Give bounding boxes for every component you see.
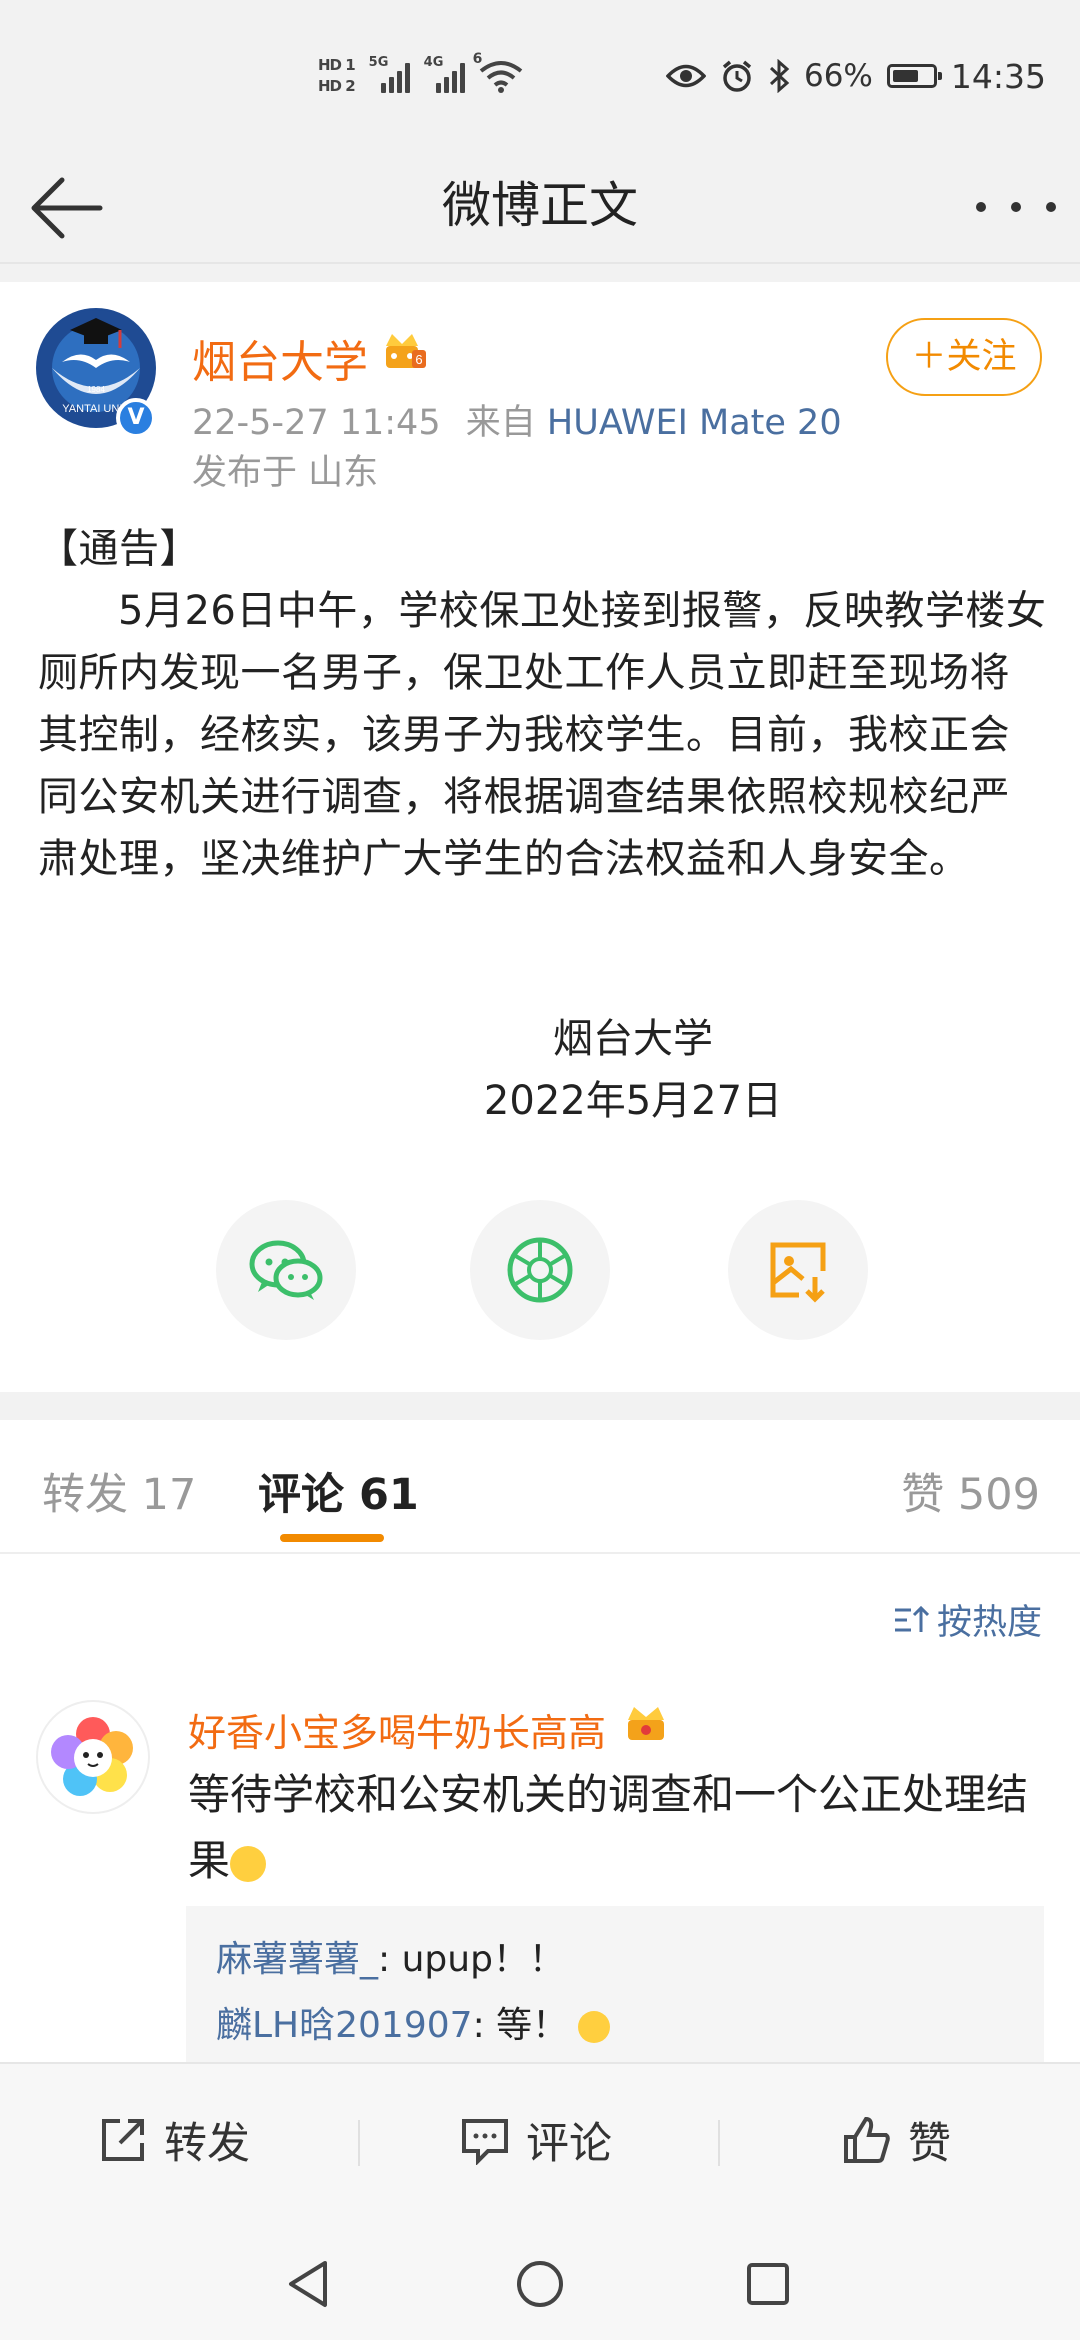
tab-repost[interactable]: 转发 17 — [42, 1460, 196, 1522]
post-location: 发布于 山东 — [192, 453, 379, 493]
replies-box[interactable]: 麻薯薯薯_: upup！！ 麟LH晗201907: 等！ — [186, 1906, 1044, 2066]
reply-item: 麟LH晗201907: 等！ — [216, 1996, 611, 2048]
square-recents-icon — [747, 2263, 789, 2305]
commenter-avatar[interactable] — [36, 1700, 150, 1814]
svg-text:6: 6 — [415, 352, 422, 367]
status-left: HD 1 HD 2 5G 4G 6 — [318, 50, 523, 102]
action-bar: 转发 评论 赞 — [0, 2062, 1080, 2250]
flower-avatar-icon — [51, 1717, 133, 1796]
tab-active-indicator — [280, 1534, 384, 1542]
nav-home-button[interactable] — [510, 2254, 570, 2314]
status-bar: HD 1 HD 2 5G 4G 6 66% 14:35 — [0, 0, 1080, 150]
like-button[interactable]: 赞 — [842, 2064, 951, 2216]
post-meta: 22-5-27 11:45 来自 HUAWEI Mate 20 — [192, 394, 842, 445]
crown-icon — [628, 1707, 664, 1740]
page-title: 微博正文 — [441, 177, 638, 234]
author-name[interactable]: 烟台大学 — [192, 326, 368, 390]
title-bar: 微博正文 — [0, 150, 1080, 262]
tab-likes[interactable]: 赞 509 — [901, 1460, 1040, 1522]
tab-comments[interactable]: 评论 61 — [258, 1460, 419, 1522]
reply-text: : upup！！ — [378, 1939, 565, 1980]
shrug-emoji-icon — [578, 2011, 611, 2043]
comment-text: 等待学校和公安机关的调查和一个公正处理结果 — [188, 1770, 1029, 1885]
post-date: 22-5-27 11:45 — [192, 403, 441, 443]
signal-icon: 4G — [424, 55, 465, 93]
triangle-back-icon — [289, 2261, 327, 2307]
reply-text: : 等！ — [472, 2005, 569, 2046]
moments-icon — [507, 1237, 573, 1303]
source-device[interactable]: HUAWEI Mate 20 — [547, 403, 842, 443]
sort-label: 按热度 — [936, 1603, 1042, 1643]
nav-back-button[interactable] — [278, 2254, 338, 2314]
verified-badge: V — [116, 398, 156, 438]
sign-org: 烟台大学 — [553, 1016, 713, 1062]
reply-user[interactable]: 麟LH晗201907 — [216, 2005, 473, 2046]
post-paragraph: 5月26日中午，学校保卫处接到报警，反映教学楼女厕所内发现一名男子，保卫处工作人… — [38, 588, 1047, 882]
circle-home-icon — [517, 2261, 563, 2307]
comment-button[interactable]: 评论 — [460, 2064, 612, 2216]
sim2-badge: HD 2 — [318, 77, 356, 95]
repost-button[interactable]: 转发 — [98, 2064, 250, 2216]
nav-recents-button[interactable] — [738, 2254, 798, 2314]
tabs-divider — [0, 1552, 1080, 1554]
comment-icon — [462, 2119, 508, 2165]
repost-icon — [102, 2119, 144, 2161]
sort-button[interactable]: 按热度 — [893, 1594, 1042, 1645]
share-moments-button[interactable] — [470, 1200, 610, 1340]
clock: 14:35 — [950, 56, 1046, 96]
commenter-name[interactable]: 好香小宝多喝牛奶长高高 — [188, 1702, 606, 1757]
sign-date: 2022年5月27日 — [483, 1078, 783, 1124]
post-body: 【通告】 5月26日中午，学校保卫处接到报警，反映教学楼女厕所内发现一名男子，保… — [38, 518, 1048, 890]
more-dots-icon — [976, 202, 986, 212]
save-image-button[interactable] — [728, 1200, 868, 1340]
thumbs-up-icon — [844, 2116, 890, 2163]
sim-badges: HD 1 HD 2 — [318, 56, 356, 95]
save-image-icon — [770, 1242, 826, 1303]
crown-icon: 6 — [386, 334, 426, 368]
share-wechat-button[interactable] — [216, 1200, 356, 1340]
follow-button[interactable]: ＋关注 — [886, 318, 1042, 396]
post-heading: 【通告】 — [38, 526, 200, 572]
section-divider — [0, 1392, 1080, 1420]
wifi-icon: 6 — [473, 51, 523, 93]
eye-icon — [665, 64, 706, 88]
more-button[interactable] — [976, 184, 1056, 230]
reply-user[interactable]: 麻薯薯薯_ — [216, 1939, 378, 1980]
battery-percent: 66% — [803, 58, 873, 94]
status-right: 66% 14:35 — [665, 50, 1046, 102]
alarm-icon — [722, 60, 752, 92]
bluetooth-icon — [769, 59, 790, 93]
sort-icon — [894, 1605, 929, 1632]
wechat-icon — [249, 1240, 323, 1300]
sim1-badge: HD 1 — [318, 56, 356, 74]
battery-icon — [886, 64, 942, 88]
reply-item: 麻薯薯薯_: upup！！ — [216, 1930, 565, 1982]
source-prefix: 来自 — [465, 403, 536, 443]
signal-icon: 5G — [369, 55, 410, 93]
divider — [0, 262, 1080, 282]
wave-emoji-icon — [230, 1845, 267, 1882]
svg-text:1984: 1984 — [87, 385, 105, 394]
